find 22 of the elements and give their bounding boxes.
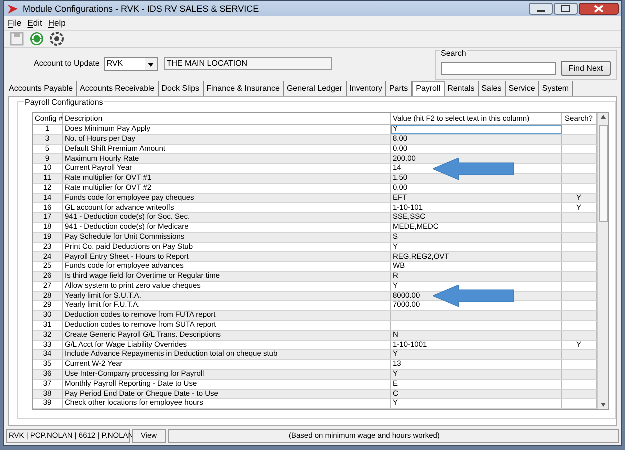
field-label: Account to Update [34,59,100,68]
group-title: Search [440,48,468,58]
scroll-thumb[interactable] [598,125,608,222]
close-button[interactable] [579,2,619,14]
table-cell[interactable] [390,320,562,330]
account-dropdown[interactable]: RVK [104,56,158,70]
menu-item[interactable]: Edit [28,18,42,28]
tab[interactable]: Payroll [412,81,445,96]
group-title: Payroll Configurations [24,98,104,107]
location-field: THE MAIN LOCATION [164,57,332,70]
refresh-icon[interactable] [29,31,45,47]
search-field[interactable] [441,62,556,74]
scrollbar[interactable] [597,113,608,410]
minimize-button[interactable] [529,2,553,14]
menu-item[interactable]: Help [48,18,66,28]
settings-icon[interactable] [49,31,65,47]
menu-item[interactable]: File [8,18,22,28]
maximize-button[interactable] [554,2,578,14]
find-next-button[interactable]: Find Next [561,60,611,76]
window-title: Module Configurations - RVK - IDS RV SALES & SERVICE [23,4,260,14]
scroll-down-icon[interactable] [598,401,608,410]
scroll-up-icon[interactable] [598,113,608,121]
